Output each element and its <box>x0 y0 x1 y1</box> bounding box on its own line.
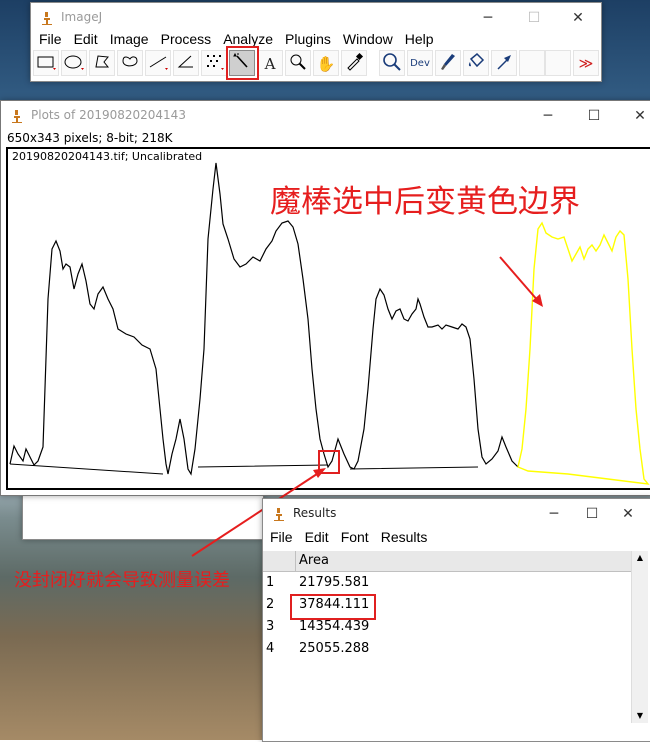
image-info: 650x343 pixels; 8-bit; 218K <box>7 131 173 145</box>
minimize-button[interactable]: ─ <box>465 3 511 33</box>
plot-minimize-button[interactable]: ─ <box>525 101 571 131</box>
scroll-down-icon[interactable]: ▼ <box>632 709 648 723</box>
dev-menu-button[interactable]: Dev <box>407 50 433 76</box>
gap-error-annotation: 没封闭好就会导致测量误差 <box>14 570 230 591</box>
freehand-tool-icon[interactable] <box>117 50 143 76</box>
plot-titlebar: Plots of 20190820204143 ─ ☐ ✕ <box>1 101 650 131</box>
results-menu-results[interactable]: Results <box>375 529 434 545</box>
magnifier-tool-icon[interactable] <box>285 50 311 76</box>
polygon-tool-icon[interactable] <box>89 50 115 76</box>
multipoint-tool-icon[interactable] <box>201 50 227 76</box>
row-area: 14354.439 <box>299 619 370 634</box>
yellow-border-annotation: 魔棒选中后变黄色边界 <box>270 184 580 220</box>
menu-edit[interactable]: Edit <box>68 31 104 47</box>
menu-plugins[interactable]: Plugins <box>279 31 337 47</box>
more-tools-button[interactable]: ≫ <box>573 50 599 76</box>
flood-fill-tool-icon[interactable] <box>463 50 489 76</box>
imagej-microscope-icon <box>42 12 52 25</box>
wand-tool-highlight <box>226 46 259 80</box>
results-menu-font[interactable]: Font <box>335 529 375 545</box>
area-column-header[interactable]: Area <box>299 553 329 568</box>
wand-selection-yellow <box>517 221 650 485</box>
results-menu-file[interactable]: File <box>264 529 299 545</box>
gap-highlight <box>318 450 340 474</box>
menu-window[interactable]: Window <box>337 31 399 47</box>
plot-window: Plots of 20190820204143 ─ ☐ ✕ 650x343 pi… <box>0 100 650 496</box>
plot-microscope-icon <box>12 110 22 123</box>
table-header: Area <box>263 551 631 572</box>
menu-image[interactable]: Image <box>104 31 155 47</box>
row-area: 21795.581 <box>299 575 370 590</box>
results-menubar: File Edit Font Results <box>264 529 433 546</box>
results-window: Results ─ ☐ ✕ File Edit Font Results Area 1… <box>262 498 650 742</box>
row-index: 1 <box>266 575 275 590</box>
color-picker-tool-icon[interactable] <box>341 50 367 76</box>
maximize-button[interactable]: ☐ <box>511 3 557 33</box>
menu-file[interactable]: File <box>33 31 68 47</box>
empty-tool-slot[interactable] <box>545 50 571 76</box>
index-header-cell <box>263 551 296 571</box>
plot-title: Plots of 20190820204143 <box>31 108 186 122</box>
menu-process[interactable]: Process <box>155 31 218 47</box>
row-area: 25055.288 <box>299 641 370 656</box>
results-microscope-icon <box>274 508 284 521</box>
row-index: 4 <box>266 641 275 656</box>
scroll-up-icon[interactable]: ▲ <box>632 551 648 565</box>
results-title: Results <box>293 506 337 520</box>
empty-tool-slot[interactable] <box>519 50 545 76</box>
menu-analyze[interactable]: Analyze <box>217 31 279 47</box>
results-menu-edit[interactable]: Edit <box>299 529 335 545</box>
close-button[interactable]: ✕ <box>555 3 601 33</box>
oval-tool-icon[interactable] <box>61 50 87 76</box>
zoom-tool-icon[interactable] <box>379 50 405 76</box>
results-close-button[interactable]: ✕ <box>605 499 650 529</box>
menu-help[interactable]: Help <box>399 31 440 47</box>
results-table: Area 1 21795.581 2 37844.111 3 14354.439… <box>263 551 631 741</box>
baseline-black <box>9 463 479 475</box>
rectangle-tool-icon[interactable] <box>33 50 59 76</box>
plot-close-button[interactable]: ✕ <box>617 101 650 131</box>
plot-maximize-button[interactable]: ☐ <box>571 101 617 131</box>
vertical-scrollbar[interactable]: ▲ ▼ <box>631 551 648 723</box>
text-tool-icon[interactable]: A <box>257 50 283 76</box>
line-tool-icon[interactable] <box>145 50 171 76</box>
angle-tool-icon[interactable] <box>173 50 199 76</box>
row-index: 3 <box>266 619 275 634</box>
results-titlebar: Results ─ ☐ ✕ <box>263 499 650 529</box>
imagej-titlebar: ImageJ ─ ☐ ✕ <box>31 3 601 33</box>
brush-tool-icon[interactable] <box>435 50 461 76</box>
imagej-title: ImageJ <box>61 10 103 24</box>
row-index: 2 <box>266 597 275 612</box>
row2-highlight <box>290 594 376 620</box>
arrow-tool-icon[interactable] <box>491 50 517 76</box>
hand-tool-icon[interactable]: ✋ <box>313 50 339 76</box>
